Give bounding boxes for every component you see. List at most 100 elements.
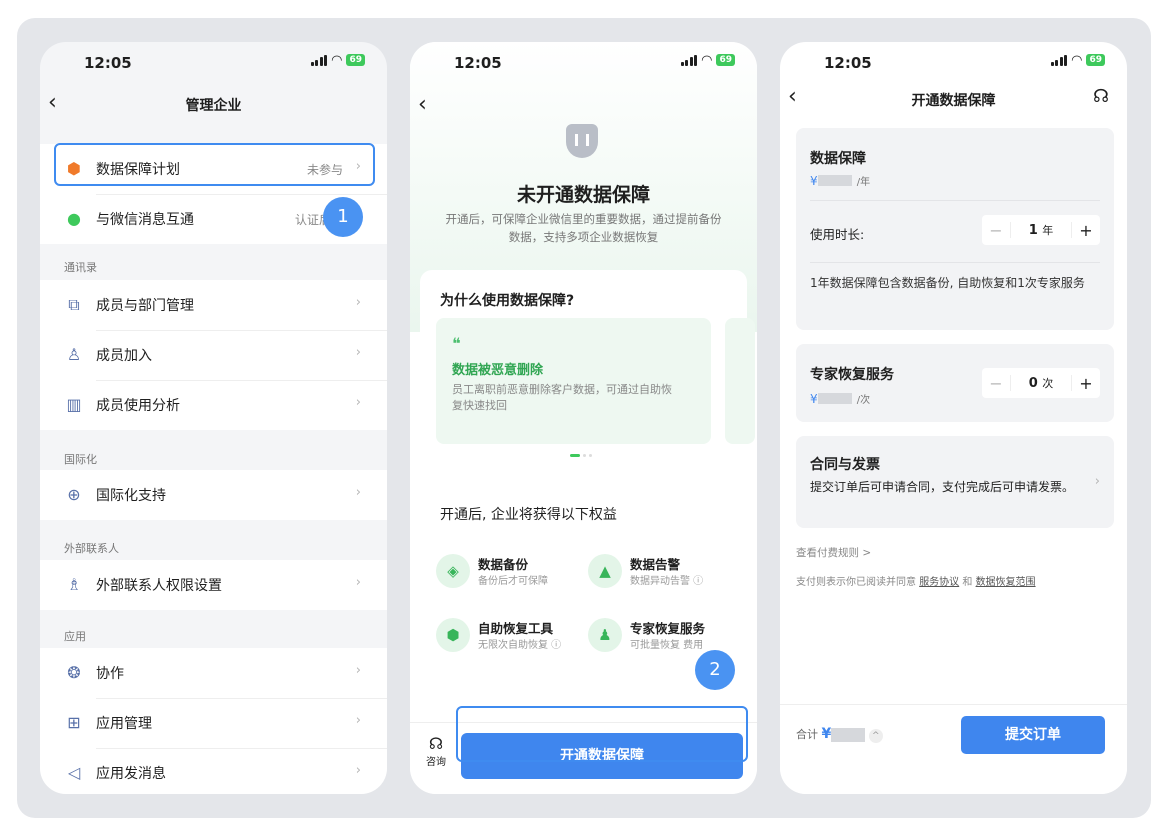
chevron-right-icon: › — [355, 575, 361, 590]
price-line: ¥ /次 — [810, 392, 871, 406]
status-bar: 12:05 ◠ 69 — [410, 42, 757, 88]
list-item-members-departments[interactable]: ⧉ 成员与部门管理 › — [40, 280, 387, 330]
duration-stepper[interactable]: − 1 年 + — [982, 215, 1100, 245]
hero-description: 开通后，可保障企业微信里的重要数据，通过提前备份数据，支持多项企业数据恢复 — [445, 212, 722, 244]
status-bar: 12:05 ◠ 69 — [780, 42, 1127, 88]
chevron-right-icon: › — [355, 663, 361, 678]
status-time: 12:05 — [454, 54, 502, 72]
highlight-box — [456, 706, 748, 762]
expert-icon: ♟ — [588, 618, 622, 652]
section-header: 通讯录 — [64, 261, 97, 274]
status-time: 12:05 — [824, 54, 872, 72]
benefits-card: 开通后, 企业将获得以下权益 ◈ 数据备份 备份后才可保障 ▲ 数据告警 数据异… — [420, 484, 747, 679]
bar-chart-icon: ▥ — [66, 395, 82, 414]
grid-icon: ⊞ — [67, 713, 81, 732]
layers-icon: ◈ — [436, 554, 470, 588]
box-title: 数据保障 — [810, 151, 866, 167]
highlight-box — [54, 143, 375, 186]
chevron-right-icon: › — [1094, 474, 1100, 489]
list-item-external-permissions[interactable]: ♗ 外部联系人权限设置 › — [40, 560, 387, 610]
battery-icon: 69 — [1086, 54, 1105, 66]
step-badge: 2 — [695, 650, 735, 690]
chevron-right-icon: › — [355, 485, 361, 500]
box-title: 专家恢复服务 — [810, 367, 894, 383]
wifi-icon: ◠ — [331, 52, 343, 68]
headset-icon: ☊ — [428, 734, 444, 753]
list-item-collab[interactable]: ❂ 协作 › — [40, 648, 387, 698]
screen-data-protection-intro: 12:05 ◠ 69 ‹ 未开通数据保障 开通后，可保障企业微信里的重要数据，通… — [410, 42, 757, 794]
signal-icon — [680, 54, 698, 66]
expert-service-box: 专家恢复服务 ¥ /次 − 0 次 + — [796, 344, 1114, 422]
signal-icon — [1050, 54, 1068, 66]
carousel-dots — [570, 454, 592, 457]
section-header: 应用 — [64, 630, 86, 643]
page-title: 管理企业 — [185, 98, 242, 114]
headset-icon[interactable]: ☊ — [1093, 86, 1109, 107]
list-item-app-message[interactable]: ◁ 应用发消息 › — [40, 748, 387, 794]
why-title: 为什么使用数据保障? — [440, 293, 575, 309]
step-badge: 1 — [323, 197, 363, 237]
feature-card-next[interactable] — [725, 318, 755, 444]
submit-order-button[interactable]: 提交订单 — [961, 716, 1105, 754]
wechat-icon: ● — [67, 209, 81, 228]
i18n-list: ⊕ 国际化支持 › — [40, 470, 387, 520]
benefits-title: 开通后, 企业将获得以下权益 — [440, 507, 617, 523]
plus-icon[interactable]: + — [1072, 374, 1100, 393]
benefit-item: ⬢ 自助恢复工具 无限次自助恢复 ⓘ — [436, 616, 586, 656]
agreement-text: 支付则表示你已阅读并同意 服务协议 和 数据恢复范围 — [796, 577, 1036, 588]
wifi-icon: ◠ — [1071, 52, 1083, 68]
data-protection-box: 数据保障 ¥ /年 使用时长: − 1 年 + 1年数据保障包含数据备份, 自助… — [796, 128, 1114, 330]
chevron-right-icon: › — [355, 713, 361, 728]
benefit-item: ▲ 数据告警 数据异动告警 ⓘ — [588, 552, 738, 592]
feature-card[interactable]: ❝ 数据被恶意删除 员工离职前恶意删除客户数据，可通过自助恢复快速找回 — [436, 318, 711, 444]
collaboration-icon: ❂ — [67, 663, 81, 682]
globe-icon: ⊕ — [67, 485, 81, 504]
feature-desc: 员工离职前恶意删除客户数据，可通过自助恢复快速找回 — [452, 383, 672, 412]
section-header: 外部联系人 — [64, 542, 119, 555]
quote-icon: ❝ — [452, 334, 461, 353]
box-title: 合同与发票 — [810, 457, 880, 473]
chevron-right-icon: › — [355, 395, 361, 410]
shield-icon: ⬢ — [436, 618, 470, 652]
list-item-i18n[interactable]: ⊕ 国际化支持 › — [40, 470, 387, 520]
minus-icon[interactable]: − — [982, 221, 1010, 240]
consult-button[interactable]: ☊ 咨询 — [426, 734, 446, 769]
battery-icon: 69 — [346, 54, 365, 66]
benefit-item: ◈ 数据备份 备份后才可保障 — [436, 552, 586, 592]
total-line: 合计 ¥ ^ — [796, 726, 883, 743]
contacts-icon: ♗ — [66, 575, 82, 594]
contract-invoice-box[interactable]: 合同与发票 提交订单后可申请合同，支付完成后可申请发票。 › — [796, 436, 1114, 528]
shield-icon — [566, 124, 598, 158]
status-bar: 12:05 ◠ 69 — [40, 42, 387, 88]
screen-open-protection: 12:05 ◠ 69 ‹ 开通数据保障 ☊ 数据保障 ¥ /年 使用时长: − … — [780, 42, 1127, 794]
list-item-member-join[interactable]: ♙ 成员加入 › — [40, 330, 387, 380]
price-line: ¥ /年 — [810, 174, 871, 188]
chevron-right-icon: › — [355, 345, 361, 360]
section-header: 国际化 — [64, 453, 97, 466]
list-item-usage-analysis[interactable]: ▥ 成员使用分析 › — [40, 380, 387, 430]
battery-icon: 69 — [716, 54, 735, 66]
expert-stepper[interactable]: − 0 次 + — [982, 368, 1100, 398]
org-chart-icon: ⧉ — [68, 295, 80, 314]
contract-desc: 提交订单后可申请合同，支付完成后可申请发票。 — [810, 480, 1075, 494]
chevron-right-icon: › — [355, 763, 361, 778]
list-item-app-manage[interactable]: ⊞ 应用管理 › — [40, 698, 387, 748]
minus-icon[interactable]: − — [982, 374, 1010, 393]
add-user-icon: ♙ — [66, 345, 82, 364]
back-icon[interactable]: ‹ — [418, 94, 427, 116]
chevron-right-icon: › — [355, 295, 361, 310]
chevron-up-icon[interactable]: ^ — [868, 729, 883, 743]
fee-rules-link[interactable]: 查看付费规则 > — [796, 545, 871, 560]
recovery-scope-link[interactable]: 数据恢复范围 — [976, 577, 1036, 588]
external-contacts-list: ♗ 外部联系人权限设置 › — [40, 560, 387, 610]
wifi-icon: ◠ — [701, 52, 713, 68]
duration-label: 使用时长: — [810, 227, 865, 242]
signal-icon — [310, 54, 328, 66]
hero-title: 未开通数据保障 — [516, 184, 650, 206]
service-agreement-link[interactable]: 服务协议 — [919, 577, 959, 588]
feature-title: 数据被恶意删除 — [452, 363, 544, 378]
plus-icon[interactable]: + — [1072, 221, 1100, 240]
alarm-icon: ▲ — [588, 554, 622, 588]
status-time: 12:05 — [84, 54, 132, 72]
send-icon: ◁ — [67, 763, 81, 782]
